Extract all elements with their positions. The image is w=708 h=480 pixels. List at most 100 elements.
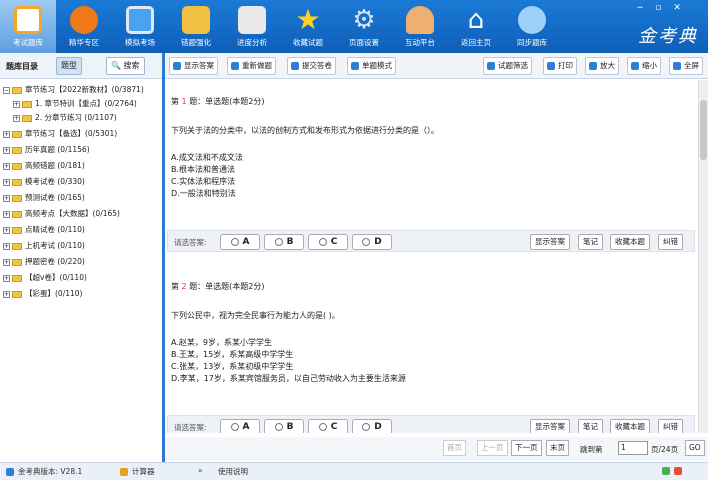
- question-header: 第 1 题：单选题(本题2分): [171, 96, 265, 107]
- nav-label: 考试题库: [13, 38, 43, 47]
- tree-node[interactable]: + 押题密卷 (0/220): [3, 255, 85, 269]
- single-mode-button[interactable]: 单题模式: [347, 57, 396, 75]
- nav-wrong-questions[interactable]: 错题强化: [168, 0, 224, 53]
- choice-a[interactable]: A: [220, 419, 260, 433]
- go-button[interactable]: GO: [685, 440, 705, 456]
- tree-node[interactable]: +1. 章节特训【重点】(0/2764): [13, 97, 137, 111]
- catalog-tree: − 章节练习【2022新教材】(0/3871) +1. 章节特训【重点】(0/27…: [0, 80, 162, 460]
- nav-progress[interactable]: 进度分析: [224, 0, 280, 53]
- folder-icon: [12, 274, 22, 282]
- nav-label: 收藏试题: [293, 38, 323, 47]
- minimize-button[interactable]: −: [632, 2, 648, 14]
- app-tray-icon: [662, 467, 670, 475]
- tab-search[interactable]: 🔍 搜索: [106, 57, 145, 75]
- user-guide-link[interactable]: 使用说明: [218, 466, 248, 477]
- nav-sync[interactable]: 同步题库: [504, 0, 560, 53]
- choice-c[interactable]: C: [308, 419, 348, 433]
- option-b: B.根本法和普通法: [171, 165, 236, 174]
- expand-toggle[interactable]: +: [13, 114, 20, 122]
- tree-node[interactable]: + 上机考试 (0/110): [3, 239, 85, 253]
- radio-icon: [230, 422, 239, 431]
- choice-b[interactable]: B: [264, 234, 304, 250]
- show-answer-button[interactable]: 显示答案: [530, 234, 570, 250]
- show-answer-button[interactable]: 显示答案: [530, 419, 570, 433]
- tree-node[interactable]: + 【超v卷】(0/110): [3, 271, 87, 285]
- favorite-button[interactable]: 收藏本题: [610, 419, 650, 433]
- report-error-button[interactable]: 纠错: [658, 419, 683, 433]
- tree-node-label: 点睛试卷 (0/110): [25, 225, 85, 234]
- page-number-select[interactable]: 1: [618, 441, 648, 455]
- tree-node[interactable]: + 高频错题 (0/181): [3, 159, 85, 173]
- expand-toggle[interactable]: +: [3, 178, 10, 186]
- choice-d[interactable]: D: [352, 234, 392, 250]
- prev-page-button[interactable]: 上一页: [477, 440, 508, 456]
- nav-featured[interactable]: 精华专区: [56, 0, 112, 53]
- expand-toggle[interactable]: +: [3, 242, 10, 250]
- choice-c[interactable]: C: [308, 234, 348, 250]
- zoom-in-button[interactable]: 放大: [585, 57, 619, 75]
- choice-b[interactable]: B: [264, 419, 304, 433]
- tree-node[interactable]: + 预测试卷 (0/165): [3, 191, 85, 205]
- expand-toggle[interactable]: +: [3, 162, 10, 170]
- search-icon: 🔍: [111, 61, 121, 70]
- expand-toggle[interactable]: +: [3, 290, 10, 298]
- nav-home[interactable]: ⌂ 返回主页: [448, 0, 504, 53]
- expand-toggle[interactable]: +: [3, 146, 10, 154]
- favorite-button[interactable]: 收藏本题: [610, 234, 650, 250]
- expand-toggle[interactable]: +: [13, 100, 20, 108]
- restore-button[interactable]: ▫: [651, 2, 667, 14]
- tree-node[interactable]: + 模考试卷 (0/330): [3, 175, 85, 189]
- fullscreen-button[interactable]: 全屏: [669, 57, 703, 75]
- expand-toggle[interactable]: +: [3, 194, 10, 202]
- zoom-out-button[interactable]: 缩小: [627, 57, 661, 75]
- choice-a[interactable]: A: [220, 234, 260, 250]
- expand-toggle[interactable]: +: [3, 130, 10, 138]
- folder-icon: [12, 210, 22, 218]
- tree-node[interactable]: + 点睛试卷 (0/110): [3, 223, 85, 237]
- next-page-button[interactable]: 下一页: [511, 440, 542, 456]
- question-type: 题：单选题(本题2分): [189, 97, 265, 106]
- printer-icon: [547, 62, 555, 70]
- expand-toggle[interactable]: +: [3, 274, 10, 282]
- submit-button[interactable]: 提交答卷: [287, 57, 336, 75]
- close-button[interactable]: ✕: [669, 2, 685, 14]
- expand-toggle[interactable]: +: [3, 226, 10, 234]
- nav-favorites[interactable]: ★ 收藏试题: [280, 0, 336, 53]
- minus-icon: [631, 62, 639, 70]
- window-controls: − ▫ ✕: [632, 2, 702, 16]
- tray-icon[interactable]: [662, 466, 686, 475]
- tree-node[interactable]: + 高频考点【大数据】(0/165): [3, 207, 120, 221]
- nav-page-settings[interactable]: ⚙ 页面设置: [336, 0, 392, 53]
- nav-interactive[interactable]: 互动平台: [392, 0, 448, 53]
- question-number: 2: [181, 282, 187, 291]
- button-label: 全屏: [684, 61, 699, 70]
- first-page-button[interactable]: 首页: [443, 440, 466, 456]
- tree-node[interactable]: + 历年真题 (0/1156): [3, 143, 90, 157]
- notes-button[interactable]: 笔记: [578, 419, 603, 433]
- redo-button[interactable]: 重新做题: [227, 57, 276, 75]
- tab-question-type[interactable]: 题型: [56, 57, 82, 75]
- radio-icon: [318, 237, 327, 246]
- last-page-button[interactable]: 末页: [546, 440, 569, 456]
- nav-exam-bank[interactable]: 考试题库: [0, 0, 56, 53]
- choice-d[interactable]: D: [352, 419, 392, 433]
- scrollbar-thumb[interactable]: [700, 100, 707, 160]
- folder-icon: [12, 178, 22, 186]
- tree-node-label: 押题密卷 (0/220): [25, 257, 85, 266]
- expand-toggle[interactable]: +: [3, 210, 10, 218]
- calculator-link[interactable]: 计算器: [120, 466, 155, 477]
- expand-toggle[interactable]: −: [3, 86, 10, 94]
- expand-toggle[interactable]: +: [3, 258, 10, 266]
- tree-node[interactable]: +2. 分章节练习 (0/1107): [13, 111, 117, 125]
- notes-button[interactable]: 笔记: [578, 234, 603, 250]
- show-answer-button[interactable]: 显示答案: [169, 57, 218, 75]
- tree-node[interactable]: + 章节练习【备选】(0/5301): [3, 127, 117, 141]
- nav-label: 同步题库: [517, 38, 547, 47]
- print-button[interactable]: 打印: [543, 57, 577, 75]
- nav-mock-exam[interactable]: 模拟考场: [112, 0, 168, 53]
- tree-node[interactable]: − 章节练习【2022新教材】(0/3871): [3, 83, 144, 97]
- content-scrollbar[interactable]: [698, 80, 708, 433]
- report-error-button[interactable]: 纠错: [658, 234, 683, 250]
- tree-node[interactable]: + 【彩蛋】(0/110): [3, 287, 82, 301]
- filter-button[interactable]: 试题筛选: [483, 57, 532, 75]
